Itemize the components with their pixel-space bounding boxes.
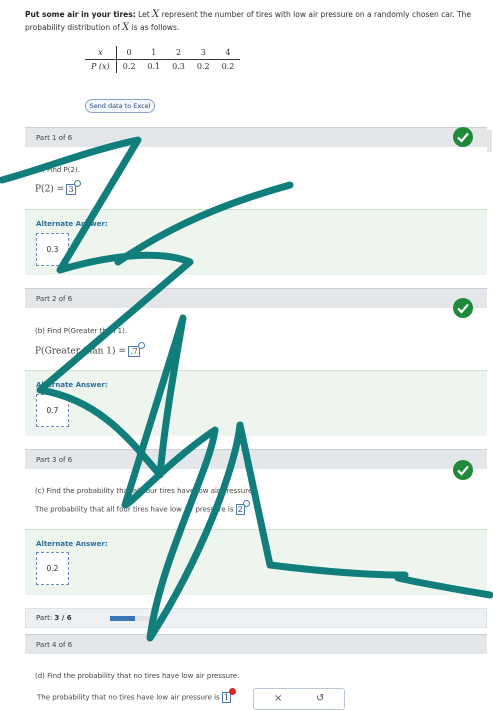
alternate-answer-value: 0.3 <box>36 233 69 266</box>
part-4-answer-label: The probability that no tires have low a… <box>37 693 220 702</box>
error-icon[interactable] <box>229 688 237 695</box>
intro-text-before: Let <box>138 10 150 19</box>
part-1-answer-label: P(2) = <box>35 184 65 195</box>
problem-title: Put some air in your tires: <box>25 10 136 19</box>
part-3-answer-label: The probability that all four tires have… <box>35 505 234 514</box>
progress-indicator: Part: 3 / 6 <box>25 608 487 628</box>
feedback-icon[interactable] <box>242 500 250 507</box>
answer-toolbar: × ↺ <box>253 688 345 710</box>
progress-label: Part: <box>36 614 53 622</box>
x-value: 1 <box>141 46 167 60</box>
progress-bar-fill <box>110 616 135 621</box>
part-2-answer-row: P(Greater than 1) = .7 <box>35 342 145 357</box>
part-3-alternate-answer: Alternate Answer: 0.2 <box>25 529 487 595</box>
part-1-answer-row: P(2) = 3 <box>35 180 81 195</box>
part-3-question: (c) Find the probability that all four t… <box>35 487 255 495</box>
x-row: x 0 1 2 3 4 <box>85 46 241 60</box>
part-2-answer-label: P(Greater than 1) = <box>35 346 126 357</box>
p-value: 0.1 <box>147 62 161 71</box>
variable-x-2: X <box>122 22 130 33</box>
intro-text-after: is as follows. <box>131 23 180 32</box>
part-4-answer-row: The probability that no tires have low a… <box>37 688 237 703</box>
part-2-title: Part 2 of 6 <box>36 295 73 303</box>
x-value: 0 <box>116 46 142 60</box>
undo-icon[interactable]: ↺ <box>316 693 324 704</box>
alternate-answer-title: Alternate Answer: <box>36 381 108 389</box>
part-4-header[interactable]: Part 4 of 6 <box>25 634 487 654</box>
part-3-answer-row: The probability that all four tires have… <box>35 500 250 515</box>
part-4-title: Part 4 of 6 <box>36 641 73 649</box>
variable-x: X <box>152 9 160 20</box>
p-header: P (x) <box>85 59 117 73</box>
part-3-header[interactable]: Part 3 of 6 <box>25 449 487 480</box>
part-3-title: Part 3 of 6 <box>36 456 73 464</box>
feedback-icon[interactable] <box>137 342 145 349</box>
x-value: 2 <box>166 46 191 60</box>
x-value: 3 <box>190 46 216 60</box>
part-2-header[interactable]: Part 2 of 6 <box>25 288 487 318</box>
alternate-answer-title: Alternate Answer: <box>36 220 108 228</box>
problem-intro: Put some air in your tires: Let X repres… <box>25 8 487 34</box>
part-1-alternate-answer: Alternate Answer: 0.3 <box>25 209 487 275</box>
part-2-question: (b) Find P(Greater than 1). <box>35 327 128 335</box>
p-value: 0.3 <box>172 62 185 71</box>
feedback-icon[interactable] <box>73 180 81 187</box>
part-1-title: Part 1 of 6 <box>36 134 73 142</box>
distribution-table: x 0 1 2 3 4 P (x) 0.2 0.1 0.3 0.2 0.2 <box>85 46 241 73</box>
scrollbar[interactable] <box>487 130 492 152</box>
alternate-answer-title: Alternate Answer: <box>36 540 108 548</box>
part-2-alternate-answer: Alternate Answer: 0.7 <box>25 370 487 436</box>
x-value: 4 <box>215 46 241 60</box>
p-value: 0.2 <box>196 62 210 71</box>
x-header: x <box>85 46 117 60</box>
p-row: P (x) 0.2 0.1 0.3 0.2 0.2 <box>85 59 240 73</box>
progress-bar <box>110 616 160 621</box>
part-4-question: (d) Find the probability that no tires h… <box>35 672 240 680</box>
check-icon <box>453 298 473 318</box>
check-icon <box>453 460 473 480</box>
alternate-answer-value: 0.2 <box>36 552 69 585</box>
p-value: 0.2 <box>221 62 235 71</box>
part-1-header[interactable]: Part 1 of 6 <box>25 127 487 147</box>
part-1-question: (a) Find P(2). <box>35 166 80 174</box>
check-icon <box>453 127 473 147</box>
alternate-answer-value: 0.7 <box>36 394 69 427</box>
progress-value: 3 / 6 <box>54 614 72 622</box>
send-to-excel-button[interactable]: Send data to Excel <box>85 99 155 113</box>
x-icon[interactable]: × <box>274 693 282 704</box>
p-value: 0.2 <box>122 62 136 71</box>
